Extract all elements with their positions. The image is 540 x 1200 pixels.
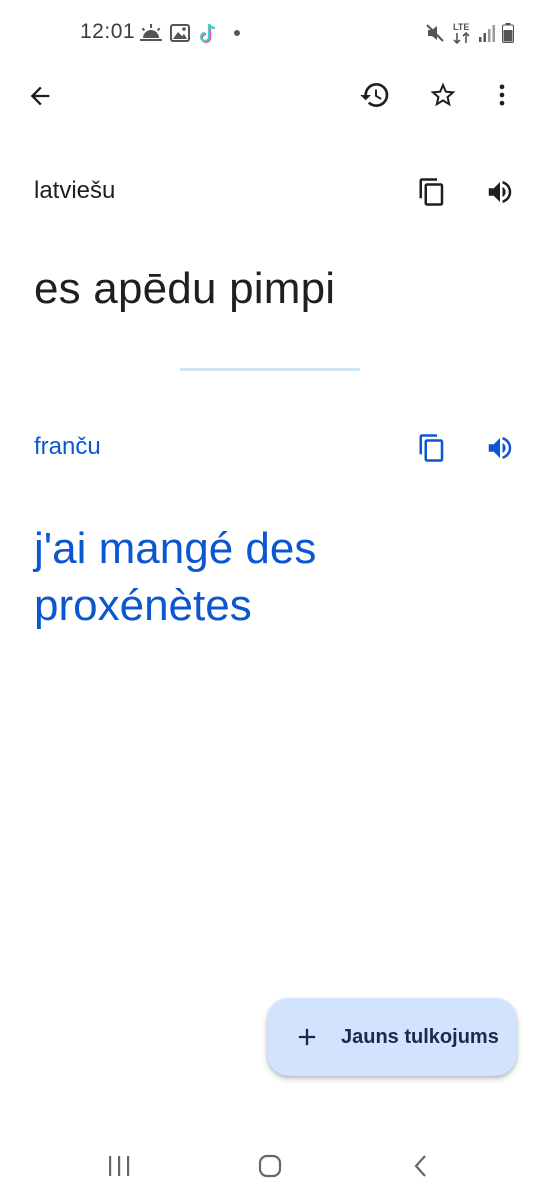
recent-apps-icon — [109, 1156, 130, 1176]
new-translation-label: Jauns tulkojums — [341, 1026, 499, 1048]
source-copy-button[interactable] — [408, 168, 456, 216]
image-icon — [170, 24, 190, 42]
target-copy-button[interactable] — [408, 424, 456, 472]
plus-icon — [298, 1028, 316, 1046]
favorite-button[interactable] — [419, 71, 467, 119]
history-button[interactable] — [351, 71, 399, 119]
tiktok-icon — [198, 22, 218, 44]
copy-icon — [419, 178, 444, 206]
source-text[interactable]: es apēdu pimpi — [34, 264, 335, 314]
weather-sunrise-icon — [140, 24, 162, 42]
back-arrow-icon — [30, 86, 50, 106]
system-back-button[interactable] — [399, 1144, 443, 1188]
history-icon — [360, 83, 389, 108]
translation-text[interactable]: j'ai mangé des proxénètes — [34, 520, 494, 634]
section-divider — [180, 368, 360, 371]
source-listen-button[interactable] — [476, 168, 524, 216]
status-bar: 12:01 LTE — [0, 0, 540, 66]
more-options-button[interactable] — [478, 71, 526, 119]
source-language-label[interactable]: latviešu — [34, 177, 115, 205]
speaker-icon — [488, 437, 512, 459]
star-outline-icon — [430, 82, 456, 107]
home-icon — [258, 1154, 282, 1178]
new-translation-button[interactable]: Jauns tulkojums — [267, 998, 517, 1076]
home-button[interactable] — [248, 1144, 292, 1188]
speaker-icon — [488, 181, 512, 203]
target-language-label[interactable]: franču — [34, 433, 101, 461]
status-icons-right: LTE — [425, 20, 514, 46]
mute-icon — [425, 23, 445, 43]
recent-apps-button[interactable] — [97, 1144, 141, 1188]
lte-text: LTE — [453, 22, 469, 32]
target-listen-button[interactable] — [476, 424, 524, 472]
top-app-bar — [0, 66, 540, 126]
back-chevron-icon — [414, 1155, 426, 1177]
copy-icon — [419, 434, 444, 462]
system-nav-bar — [0, 1130, 540, 1200]
notification-dot — [234, 30, 240, 36]
more-vert-icon — [499, 84, 505, 106]
status-time: 12:01 — [80, 20, 136, 43]
status-icons-left — [140, 22, 240, 44]
lte-icon: LTE — [452, 21, 472, 45]
battery-icon — [502, 23, 514, 43]
signal-icon — [479, 24, 495, 42]
back-button[interactable] — [16, 72, 64, 120]
